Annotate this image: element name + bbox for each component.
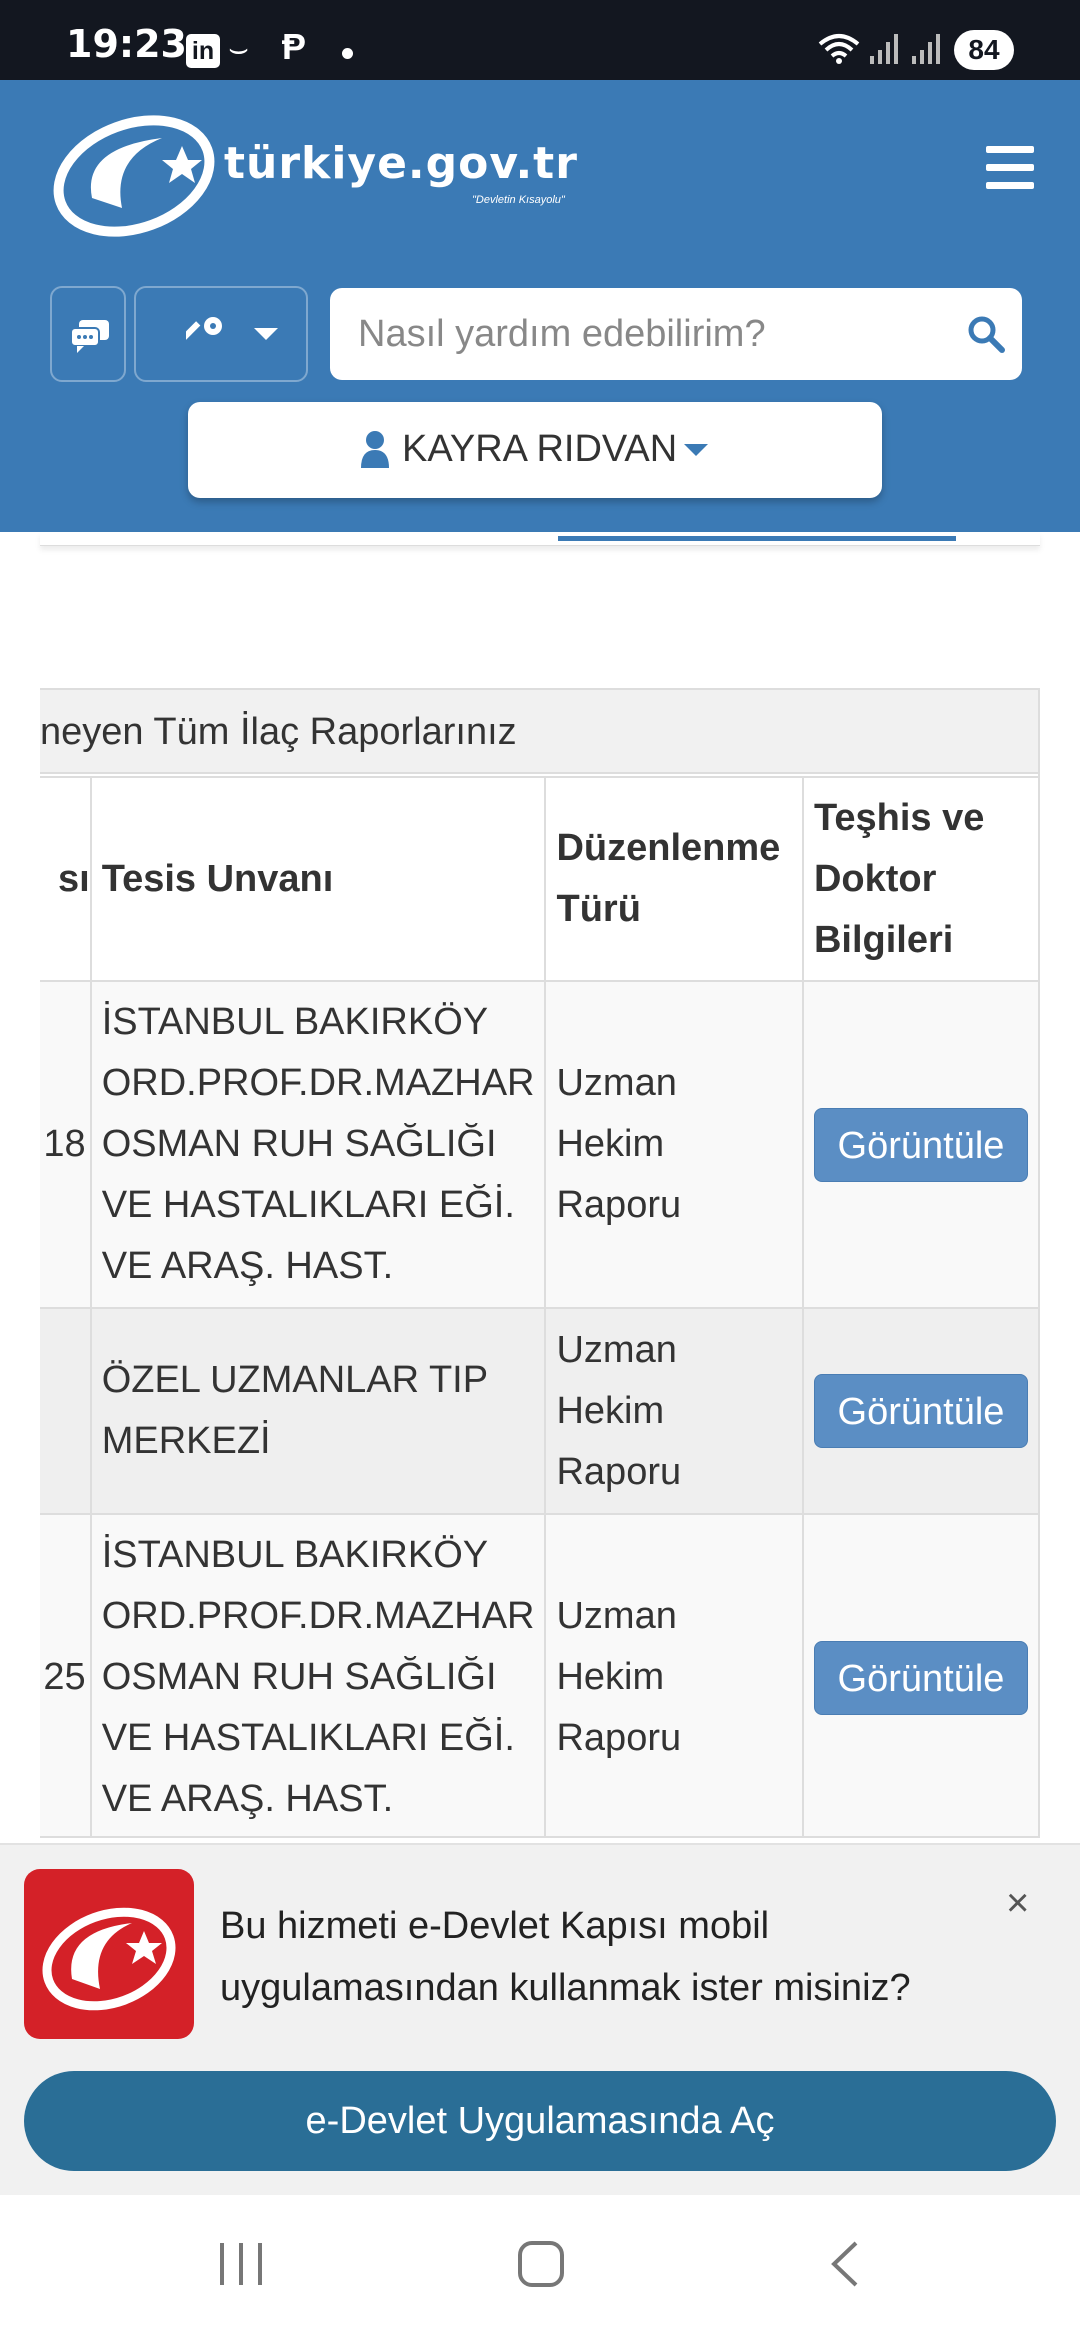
- edevlet-app-icon: [24, 1869, 194, 2039]
- signal-icon: [870, 34, 898, 64]
- column-header-diagnosis: Teşhis ve Doktor Bilgileri: [801, 776, 1038, 982]
- type-line: Uzman: [556, 1062, 677, 1104]
- logo-text: türkiye.gov.tr: [224, 138, 578, 189]
- site-header: türkiye.gov.tr "Devletin Kısayolu" Nasıl…: [0, 80, 1080, 532]
- report-type-cell: Uzman Hekim Raporu: [544, 1307, 804, 1515]
- type-line: Raporu: [556, 1717, 682, 1759]
- table-header-row: sı Tesis Unvanı Düzenlenme Türü Teşhis v…: [40, 776, 1038, 982]
- status-bar: 19:23 in ⌣ Ᵽ 84: [0, 0, 1080, 80]
- report-no-cell: 18: [40, 980, 92, 1309]
- logo-crescent-icon: [53, 115, 215, 237]
- view-button[interactable]: Görüntüle: [813, 1107, 1028, 1182]
- logo-slogan: "Devletin Kısayolu": [472, 194, 565, 206]
- column-header-type: Düzenlenme Türü: [544, 776, 804, 982]
- close-icon[interactable]: ×: [1006, 1881, 1029, 1926]
- facility-line: VE ARAŞ. HAST.: [101, 1245, 394, 1287]
- signal-icon-2: [912, 34, 940, 64]
- user-account-button[interactable]: KAYRA RIDVAN: [188, 402, 882, 498]
- app-promo-banner: Bu hizmeti e-Devlet Kapısı mobil uygulam…: [0, 1843, 1080, 2195]
- view-button[interactable]: Görüntüle: [813, 1640, 1028, 1715]
- report-type-cell: Uzman Hekim Raporu: [544, 980, 804, 1309]
- edevlet-logo-icon: [42, 1907, 176, 2011]
- facility-line: ORD.PROF.DR.MAZHAR: [101, 1062, 535, 1104]
- reports-table: sı Tesis Unvanı Düzenlenme Türü Teşhis v…: [40, 776, 1038, 1836]
- view-button[interactable]: Görüntüle: [813, 1374, 1028, 1448]
- facility-cell: İSTANBUL BAKIRKÖY ORD.PROF.DR.MAZHAR OSM…: [89, 1513, 547, 1836]
- facility-line: MERKEZİ: [101, 1420, 271, 1462]
- chevron-down-icon: [254, 328, 278, 340]
- report-type-cell: Uzman Hekim Raporu: [544, 1513, 804, 1836]
- column-header-facility: Tesis Unvanı: [89, 776, 547, 982]
- type-line: Uzman: [556, 1595, 677, 1637]
- linkedin-icon: in: [186, 34, 220, 68]
- system-nav-bar: [0, 2195, 1080, 2340]
- table-row: 25 İSTANBUL BAKIRKÖY ORD.PROF.DR.MAZHAR …: [40, 1513, 1038, 1836]
- p-icon: Ᵽ: [282, 26, 307, 67]
- banner-message-line: Bu hizmeti e-Devlet Kapısı mobil: [220, 1905, 770, 1947]
- hamburger-menu-icon[interactable]: [982, 142, 1042, 194]
- recent-apps-icon[interactable]: [216, 2239, 266, 2289]
- chat-icon: [70, 320, 109, 353]
- facility-line: VE HASTALIKLARI EĞİ.: [101, 1184, 515, 1226]
- battery-indicator: 84: [954, 30, 1014, 70]
- reports-panel: neyen Tüm İlaç Raporlarınız sı Tesis Unv…: [40, 688, 1040, 1838]
- facility-line: ORD.PROF.DR.MAZHAR: [101, 1595, 535, 1637]
- facility-cell: ÖZEL UZMANLAR TIP MERKEZİ: [89, 1307, 547, 1515]
- type-line: Uzman: [556, 1328, 677, 1371]
- facility-line: İSTANBUL BAKIRKÖY: [101, 1534, 489, 1576]
- column-header-diagnosis-label: Teşhis ve Doktor Bilgileri: [813, 796, 985, 961]
- wifi-icon: [818, 34, 860, 64]
- column-header-type-label: Düzenlenme Türü: [556, 827, 781, 930]
- home-icon[interactable]: [516, 2239, 566, 2289]
- search-input[interactable]: [358, 288, 938, 380]
- amazon-icon: ⌣: [228, 30, 250, 66]
- panel-heading: neyen Tüm İlaç Raporlarınız: [40, 690, 1038, 774]
- status-time: 19:23: [66, 22, 187, 66]
- chat-button[interactable]: [50, 286, 126, 382]
- facility-line: VE ARAŞ. HAST.: [101, 1778, 394, 1820]
- banner-message-line: uygulamasından kullanmak ister misiniz?: [220, 1967, 911, 2009]
- facility-line: VE HASTALIKLARI EĞİ.: [101, 1717, 515, 1759]
- banner-message: Bu hizmeti e-Devlet Kapısı mobil uygulam…: [220, 1895, 940, 2019]
- report-no-cell: [40, 1307, 92, 1515]
- action-cell: Görüntüle: [801, 1307, 1038, 1515]
- action-cell: Görüntüle: [801, 1513, 1038, 1836]
- type-line: Raporu: [556, 1450, 682, 1493]
- type-line: Hekim: [556, 1123, 665, 1165]
- facility-line: ÖZEL UZMANLAR TIP: [101, 1359, 489, 1401]
- facility-line: İSTANBUL BAKIRKÖY: [101, 1001, 489, 1043]
- user-name: KAYRA RIDVAN: [402, 428, 678, 470]
- type-line: Raporu: [556, 1184, 682, 1226]
- type-line: Hekim: [556, 1389, 665, 1432]
- table-row: 18 İSTANBUL BAKIRKÖY ORD.PROF.DR.MAZHAR …: [40, 980, 1038, 1309]
- key-icon: [186, 317, 222, 342]
- notification-dot-icon: [342, 48, 353, 59]
- open-in-app-button[interactable]: e-Devlet Uygulamasında Aç: [24, 2071, 1056, 2171]
- column-header-no: sı: [40, 776, 92, 982]
- table-row: ÖZEL UZMANLAR TIP MERKEZİ Uzman Hekim Ra…: [40, 1307, 1038, 1515]
- facility-cell: İSTANBUL BAKIRKÖY ORD.PROF.DR.MAZHAR OSM…: [89, 980, 547, 1309]
- facility-line: OSMAN RUH SAĞLIĞI: [101, 1123, 497, 1165]
- back-icon[interactable]: [826, 2239, 866, 2289]
- facility-line: OSMAN RUH SAĞLIĞI: [101, 1656, 497, 1698]
- user-icon: [361, 431, 389, 468]
- chevron-down-icon: [684, 444, 708, 456]
- report-no-cell: 25: [40, 1513, 92, 1836]
- search-box: [330, 288, 1022, 380]
- active-tab-indicator: [558, 536, 956, 541]
- login-key-button[interactable]: [134, 286, 308, 382]
- action-cell: Görüntüle: [801, 980, 1038, 1309]
- type-line: Hekim: [556, 1656, 665, 1698]
- search-icon[interactable]: [966, 314, 1006, 354]
- turkiye-gov-logo[interactable]: türkiye.gov.tr "Devletin Kısayolu": [52, 98, 612, 238]
